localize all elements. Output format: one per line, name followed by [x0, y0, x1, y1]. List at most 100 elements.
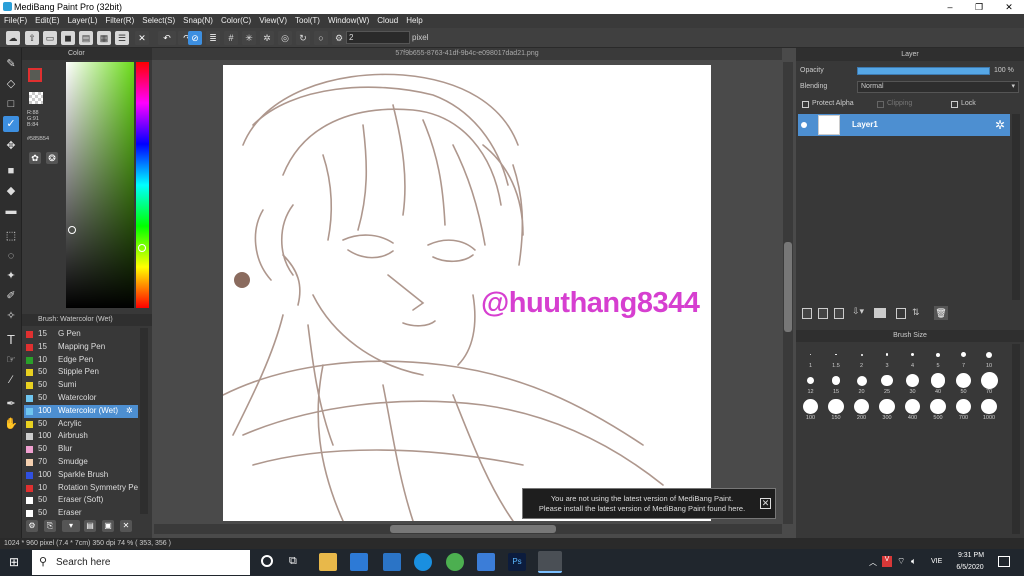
saturation-value-picker[interactable] — [66, 62, 134, 308]
brush-size-option[interactable]: 100 — [798, 398, 823, 422]
merge-layer-icon[interactable] — [896, 308, 906, 319]
comment-icon[interactable]: ◼ — [61, 31, 75, 45]
canvas-horizontal-scrollbar[interactable] — [154, 524, 782, 534]
hand-tool-icon[interactable]: ✋ — [3, 416, 19, 432]
menu-filter[interactable]: Filter(R) — [101, 14, 138, 28]
opacity-slider[interactable] — [857, 67, 990, 75]
brush-size-option[interactable]: 70 — [977, 372, 1002, 396]
shape-tool-icon[interactable]: ■ — [3, 163, 19, 179]
brush-item[interactable]: 50 Stipple Pen — [24, 366, 138, 379]
brush-size-option[interactable]: 400 — [900, 398, 925, 422]
task-view-icon[interactable]: ⧉ — [289, 555, 297, 568]
brush-size-option[interactable]: 300 — [875, 398, 900, 422]
list-icon[interactable]: ☰ — [115, 31, 129, 45]
minimize-button[interactable]: – — [935, 0, 965, 14]
magic-wand-tool-icon[interactable]: ✦ — [3, 268, 19, 284]
cloud-icon[interactable]: ☁ — [6, 31, 20, 45]
brush-item[interactable]: 10 Edge Pen — [24, 354, 138, 367]
notifications-icon[interactable] — [998, 556, 1010, 567]
add-brush-icon[interactable]: ⎘ — [44, 520, 56, 532]
foreground-color-swatch[interactable] — [28, 68, 42, 82]
bucket-tool-icon[interactable]: ◆ — [3, 183, 19, 199]
menu-window[interactable]: Window(W) — [324, 14, 373, 28]
menu-tool[interactable]: Tool(T) — [291, 14, 324, 28]
perspective-snap-icon[interactable]: ○ — [314, 31, 328, 45]
brush-item[interactable]: 50 Eraser (Soft) — [24, 494, 138, 507]
move-tool-icon[interactable]: ✥ — [3, 138, 19, 154]
select-pen-tool-icon[interactable]: ✐ — [3, 288, 19, 304]
menu-cloud[interactable]: Cloud — [373, 14, 402, 28]
windows-start-icon[interactable]: ⊞ — [9, 556, 22, 569]
radial-snap-icon[interactable]: ✳ — [242, 31, 256, 45]
vertical-scroll-thumb[interactable] — [784, 242, 792, 332]
canvas-vertical-scrollbar[interactable] — [783, 62, 793, 524]
wifi-icon[interactable]: ⌔ — [897, 556, 905, 567]
brush-item[interactable]: 15 G Pen — [24, 328, 138, 341]
medibang-icon[interactable] — [538, 551, 562, 573]
cortana-icon[interactable] — [261, 555, 273, 567]
new-layer-icon[interactable] — [802, 308, 812, 319]
snap-off-icon[interactable]: ⊘ — [188, 31, 202, 45]
drawing-canvas[interactable]: @huuthang8344 — [223, 65, 711, 521]
settings-snap-icon[interactable]: ⚙ — [332, 31, 346, 45]
grid-snap-icon[interactable]: # — [224, 31, 238, 45]
clock-date[interactable]: 6/5/2020 — [952, 564, 988, 571]
brush-settings-gear-icon[interactable]: ✲ — [126, 405, 133, 418]
select-eraser-tool-icon[interactable]: ✧ — [3, 308, 19, 324]
brush-size-option[interactable]: 500 — [926, 398, 951, 422]
pen-tool-icon[interactable]: ✓ — [3, 116, 19, 132]
brush-size-option[interactable]: 40 — [926, 372, 951, 396]
new-halftone-layer-icon[interactable] — [818, 308, 828, 319]
brush-size-option[interactable]: 15 — [824, 372, 849, 396]
dot-tool-icon[interactable]: □ — [3, 96, 19, 112]
eyedropper-tool-icon[interactable]: ✒ — [3, 396, 19, 412]
concentric-snap-icon[interactable]: ✲ — [260, 31, 274, 45]
menu-edit[interactable]: Edit(E) — [31, 14, 63, 28]
blending-select[interactable]: Normal ▾ — [857, 81, 1019, 93]
parallel-snap-icon[interactable]: ≣ — [206, 31, 220, 45]
menu-select[interactable]: Select(S) — [138, 14, 179, 28]
taskbar-search[interactable]: ⚲ Search here — [32, 550, 250, 575]
eye-icon[interactable] — [801, 122, 807, 128]
undo-icon[interactable]: ↶ — [158, 31, 176, 45]
photos-icon[interactable] — [477, 553, 495, 571]
chrome-icon[interactable] — [446, 553, 464, 571]
volume-icon[interactable]: 🔈︎ — [911, 556, 916, 567]
chat-icon[interactable]: ▭ — [43, 31, 57, 45]
brush-size-option[interactable]: 200 — [849, 398, 874, 422]
select-tool-icon[interactable]: ⬚ — [3, 228, 19, 244]
brush-size-input[interactable]: 2 — [346, 31, 410, 44]
folder-icon[interactable] — [874, 308, 886, 318]
brush-size-option[interactable]: 20 — [849, 372, 874, 396]
divide-tool-icon[interactable]: ∕ — [3, 372, 19, 388]
hue-slider[interactable] — [136, 62, 149, 308]
mail-icon[interactable] — [383, 553, 401, 571]
language-indicator[interactable]: VIE — [931, 558, 942, 565]
clock-time[interactable]: 9:31 PM — [954, 552, 988, 559]
brush-size-option[interactable]: 7 — [951, 346, 976, 370]
brush-item[interactable]: 50 Eraser — [24, 507, 138, 520]
brush-folder-icon[interactable]: ▣ — [102, 520, 114, 532]
upload-icon[interactable]: ⇧ — [25, 31, 39, 45]
transparent-color-swatch[interactable] — [29, 92, 43, 104]
lasso-tool-icon[interactable]: ◌ — [3, 248, 19, 264]
panel-icon[interactable]: ▤ — [79, 31, 93, 45]
layer-list-scrollbar[interactable] — [1012, 114, 1020, 300]
circle-snap-icon[interactable]: ◎ — [278, 31, 292, 45]
photoshop-icon[interactable]: Ps — [508, 553, 526, 571]
brush-item[interactable]: 100 Airbrush — [24, 430, 138, 443]
brush-size-option[interactable]: 10 — [977, 346, 1002, 370]
curve-snap-icon[interactable]: ↻ — [296, 31, 310, 45]
protect-alpha-checkbox[interactable] — [802, 101, 809, 108]
eraser-tool-icon[interactable]: ◇ — [3, 76, 19, 92]
brush-item[interactable]: 70 Smudge — [24, 456, 138, 469]
transfer-layer-icon[interactable]: ⇅ — [912, 307, 920, 318]
tray-chevron-icon[interactable]: ︿ — [869, 557, 877, 568]
brush-item[interactable]: 50 Acrylic — [24, 418, 138, 431]
brush-size-option[interactable]: 1 — [798, 346, 823, 370]
edge-icon[interactable] — [414, 553, 432, 571]
trash-icon[interactable]: 🗑 — [934, 306, 948, 320]
close-doc-icon[interactable]: ✕ — [135, 31, 149, 45]
gear-icon[interactable]: ✲ — [995, 118, 1005, 132]
brush-item[interactable]: 100 Sparkle Brush — [24, 469, 138, 482]
